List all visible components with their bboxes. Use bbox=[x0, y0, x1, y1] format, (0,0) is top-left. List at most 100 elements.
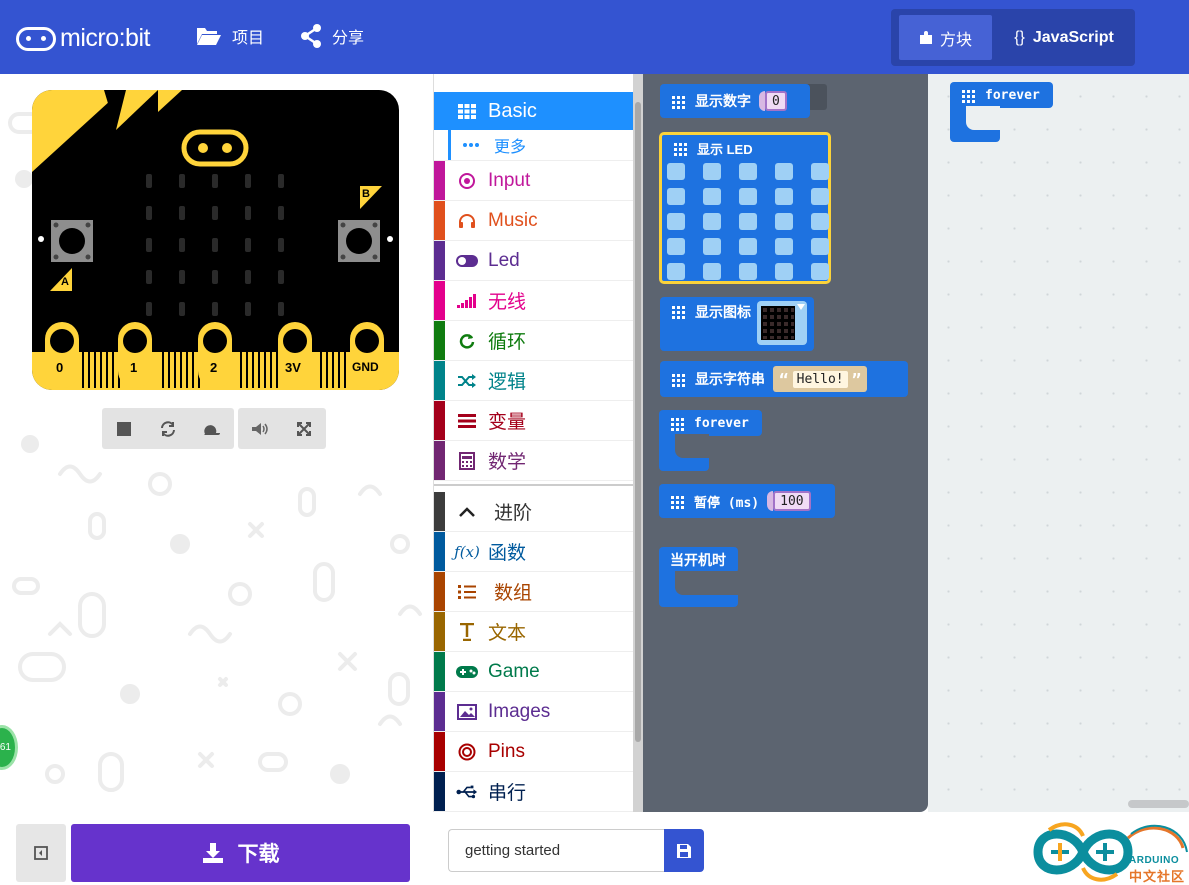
collapse-simulator-button[interactable] bbox=[16, 824, 66, 882]
projects-button[interactable]: 项目 bbox=[196, 24, 264, 48]
block-show-string[interactable]: 显示字符串 “ Hello! ” bbox=[660, 361, 908, 397]
fullscreen-button[interactable] bbox=[284, 408, 324, 449]
led-editor-grid[interactable] bbox=[667, 163, 829, 280]
block-show-leds[interactable]: 显示 LED bbox=[659, 132, 831, 284]
headphones-icon bbox=[456, 210, 478, 232]
category-variables[interactable]: 变量 bbox=[434, 401, 634, 441]
block-label: forever bbox=[694, 415, 749, 431]
category-basic[interactable]: Basic bbox=[434, 92, 634, 130]
category-text[interactable]: 文本 bbox=[434, 612, 634, 652]
mute-button[interactable] bbox=[240, 408, 280, 449]
category-math[interactable]: 数学 bbox=[434, 441, 634, 481]
heart-icon-preview bbox=[761, 306, 795, 340]
open-quote-icon: “ bbox=[779, 369, 789, 389]
blocks-mode-label: 方块 bbox=[939, 31, 972, 49]
share-button[interactable]: 分享 bbox=[300, 24, 364, 48]
block-pause[interactable]: 暂停 (ms) 100 bbox=[659, 484, 835, 518]
logo-text: micro:bit bbox=[60, 24, 150, 52]
gamepad-icon bbox=[456, 661, 478, 683]
workspace-grid bbox=[928, 74, 1189, 812]
grid-icon bbox=[456, 100, 478, 122]
editor-mode-switch: 方块 {} JavaScript bbox=[891, 9, 1135, 66]
restart-button[interactable] bbox=[148, 408, 188, 449]
block-show-icon[interactable]: 显示图标 bbox=[660, 297, 814, 351]
block-on-start[interactable]: 当开机时 bbox=[659, 547, 738, 573]
category-label: 数组 bbox=[494, 583, 533, 604]
category-logic[interactable]: 逻辑 bbox=[434, 361, 634, 401]
string-input[interactable]: Hello! bbox=[792, 370, 848, 388]
stop-button[interactable] bbox=[104, 408, 144, 449]
category-images[interactable]: Images bbox=[434, 692, 634, 732]
category-label: 文本 bbox=[488, 623, 527, 644]
workspace-scrollbar[interactable] bbox=[1128, 800, 1189, 808]
stop-icon bbox=[117, 421, 131, 436]
download-icon bbox=[202, 843, 223, 863]
function-icon: ƒ(x) bbox=[454, 542, 480, 561]
category-color-bar bbox=[434, 692, 445, 731]
list-lines-icon bbox=[456, 410, 478, 432]
category-color-bar bbox=[434, 772, 445, 811]
folder-open-icon bbox=[197, 28, 221, 45]
category-serial[interactable]: 串行 bbox=[434, 772, 634, 812]
category-music[interactable]: Music bbox=[434, 201, 634, 241]
microbit-logo[interactable]: micro:bit bbox=[16, 24, 150, 53]
category-color-bar bbox=[434, 241, 445, 280]
braces-icon: {} bbox=[1014, 28, 1025, 46]
block-label: 显示 LED bbox=[697, 141, 753, 157]
icon-dropdown[interactable] bbox=[757, 301, 807, 345]
close-quote-icon: ” bbox=[851, 369, 862, 389]
workspace-forever-block[interactable]: forever bbox=[950, 82, 1053, 108]
save-button[interactable] bbox=[664, 829, 704, 872]
chevron-up-icon bbox=[456, 501, 478, 523]
block-show-number[interactable]: 显示数字 0 bbox=[660, 84, 810, 118]
download-label: 下载 bbox=[237, 843, 280, 866]
category-color-bar bbox=[434, 732, 445, 771]
blocks-workspace[interactable]: forever bbox=[928, 74, 1189, 812]
category-game[interactable]: Game bbox=[434, 652, 634, 692]
category-functions[interactable]: ƒ(x) 函数 bbox=[434, 532, 634, 572]
category-more[interactable]: 更多 bbox=[434, 130, 634, 161]
category-label: 逻辑 bbox=[488, 372, 527, 393]
category-input[interactable]: Input bbox=[434, 161, 634, 201]
blocks-mode-button[interactable]: 方块 bbox=[899, 15, 992, 60]
share-label: 分享 bbox=[332, 30, 365, 47]
download-button[interactable]: 下载 bbox=[71, 824, 410, 882]
block-forever[interactable]: forever bbox=[659, 410, 762, 436]
pause-ms-input[interactable]: 100 bbox=[773, 491, 811, 511]
category-color-bar bbox=[434, 532, 445, 571]
more-dots-icon bbox=[460, 134, 482, 156]
category-advanced[interactable]: 进阶 bbox=[434, 492, 634, 532]
category-arrays[interactable]: 数组 bbox=[434, 572, 634, 612]
string-input-container[interactable]: “ Hello! ” bbox=[773, 366, 868, 392]
category-label: 串行 bbox=[488, 783, 527, 804]
block-label: 显示字符串 bbox=[695, 371, 765, 387]
basic-grid-icon bbox=[672, 95, 685, 109]
numbered-list-icon bbox=[456, 581, 478, 603]
badge-text: 61 bbox=[0, 742, 11, 753]
sim-control-group bbox=[102, 408, 234, 449]
category-led[interactable]: Led bbox=[434, 241, 634, 281]
floppy-disk-icon bbox=[677, 843, 691, 858]
pin-label-gnd: GND bbox=[352, 360, 379, 374]
category-loops[interactable]: 循环 bbox=[434, 321, 634, 361]
snail-icon bbox=[204, 424, 220, 435]
slowmo-button[interactable] bbox=[191, 408, 231, 449]
sim-view-group bbox=[238, 408, 326, 449]
button-a[interactable] bbox=[51, 220, 93, 262]
toggle-icon bbox=[456, 250, 478, 272]
javascript-mode-button[interactable]: {} JavaScript bbox=[1001, 15, 1127, 60]
basic-grid-icon bbox=[672, 306, 685, 319]
arduino-logo-subtext: 中文社区 bbox=[1129, 869, 1186, 884]
category-label: 数学 bbox=[488, 452, 527, 473]
category-color-bar bbox=[434, 321, 445, 360]
category-pins[interactable]: Pins bbox=[434, 732, 634, 772]
workspace-forever-c-shape bbox=[950, 106, 1000, 142]
pin-label-2: 2 bbox=[210, 360, 218, 375]
button-b[interactable] bbox=[338, 220, 380, 262]
number-input[interactable]: 0 bbox=[765, 91, 787, 111]
toolbox-scrollbar-thumb[interactable] bbox=[635, 102, 641, 742]
fullscreen-icon bbox=[297, 421, 311, 436]
category-radio[interactable]: 无线 bbox=[434, 281, 634, 321]
category-label: 循环 bbox=[488, 332, 527, 353]
project-name-input[interactable] bbox=[448, 829, 666, 872]
